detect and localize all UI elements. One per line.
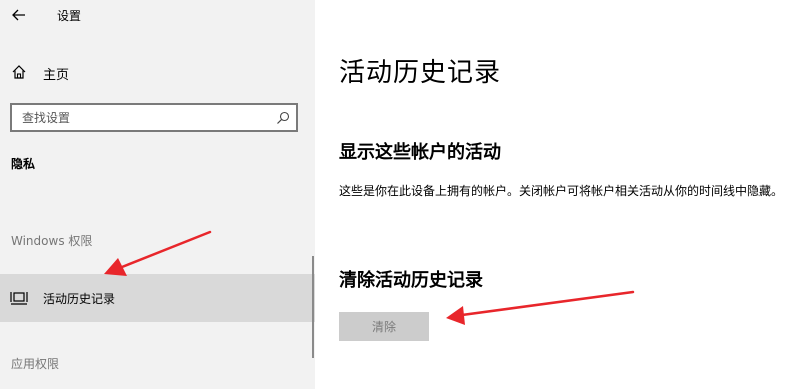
section-title-privacy: 隐私 — [11, 157, 36, 171]
page-title: 活动历史记录 — [339, 58, 502, 88]
back-button[interactable] — [8, 4, 30, 26]
clear-history-heading: 清除活动历史记录 — [339, 270, 483, 291]
accounts-description: 这些是你在此设备上拥有的帐户。关闭帐户可将帐户相关活动从你的时间线中隐藏。 — [339, 184, 784, 198]
sidebar: 设置 主页 隐私 Windows 权限 活动历史记录 应用权限 — [0, 0, 315, 389]
clear-button[interactable]: 清除 — [339, 312, 429, 341]
timeline-icon — [10, 292, 28, 305]
sidebar-item-activity-history-label: 活动历史记录 — [43, 292, 116, 306]
title-bar: 设置 — [0, 0, 315, 32]
sidebar-item-activity-history[interactable]: 活动历史记录 — [0, 274, 315, 322]
sidebar-item-home[interactable]: 主页 — [0, 56, 315, 88]
search-input[interactable] — [22, 109, 262, 127]
sidebar-item-home-label: 主页 — [43, 68, 70, 83]
back-arrow-icon — [12, 9, 25, 21]
search-icon[interactable] — [276, 111, 290, 125]
search-box[interactable] — [10, 103, 298, 132]
app-title: 设置 — [57, 9, 82, 23]
accounts-heading: 显示这些帐户的活动 — [339, 142, 501, 163]
sidebar-scrollbar[interactable] — [312, 256, 314, 358]
group-label-windows-permissions: Windows 权限 — [11, 234, 93, 248]
group-label-app-permissions: 应用权限 — [11, 357, 60, 371]
home-icon — [12, 65, 26, 79]
annotation-arrow-clear-button — [446, 290, 635, 325]
